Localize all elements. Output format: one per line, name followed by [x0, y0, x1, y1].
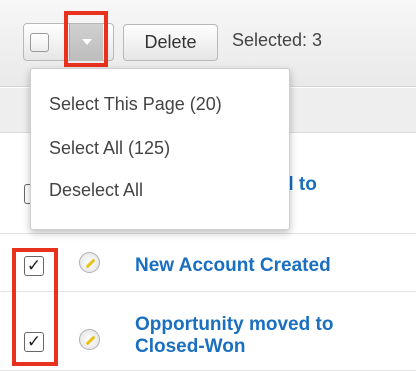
table-row: ✓ New Account Created — [0, 235, 416, 292]
menu-item-select-all[interactable]: Select All (125) — [49, 137, 170, 159]
record-link[interactable]: New Account Created — [135, 255, 331, 277]
select-all-checkbox[interactable] — [30, 33, 49, 52]
checkbox-highlight-box — [12, 248, 58, 366]
delete-button[interactable]: Delete — [123, 24, 218, 61]
pencil-icon[interactable] — [79, 252, 100, 273]
dropdown-highlight-box — [64, 11, 108, 67]
table-row: ✓ Opportunity moved to Closed-Won — [0, 293, 416, 371]
record-link[interactable]: Opportunity moved to Closed-Won — [135, 314, 333, 358]
menu-item-deselect-all[interactable]: Deselect All — [49, 179, 143, 201]
menu-item-select-page[interactable]: Select This Page (20) — [49, 93, 222, 115]
select-dropdown-menu: Select This Page (20) Select All (125) D… — [30, 68, 290, 230]
selected-count: Selected: 3 — [232, 30, 323, 50]
pencil-icon[interactable] — [79, 329, 100, 350]
